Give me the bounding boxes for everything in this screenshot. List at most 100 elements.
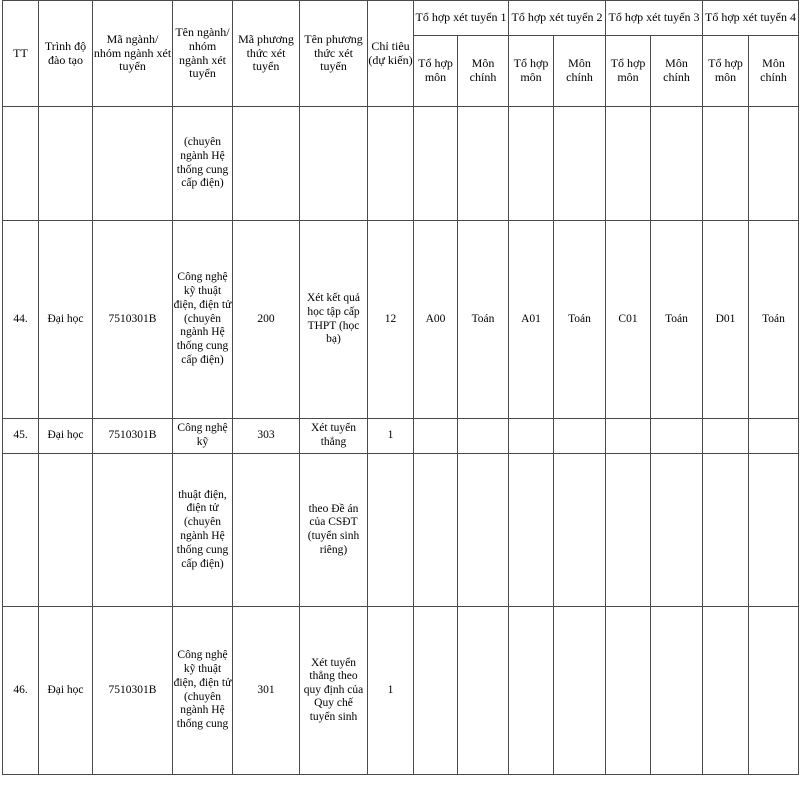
cell-major-code [92,106,173,221]
header-combination-1: Tổ hợp môn [413,35,458,107]
cell-main-subject-1 [457,453,509,607]
table-row: 46. Đại học 7510301B Công nghệ kỹ thuật … [2,606,799,775]
cell-method-code: 301 [232,606,300,775]
cell-main-subject-3: Toán [650,220,703,419]
header-major-name: Tên ngành/ nhóm ngành xét tuyển [172,0,233,107]
cell-combination-3 [605,606,651,775]
cell-method-code [232,453,300,607]
cell-training-level [38,106,93,221]
cell-combination-4 [702,418,749,454]
table-row: 44. Đại học 7510301B Công nghệ kỹ thuật … [2,220,799,419]
cell-main-subject-1 [457,606,509,775]
header-group-3: Tổ hợp xét tuyển 3 [605,0,703,36]
cell-combination-4 [702,453,749,607]
cell-main-subject-1 [457,418,509,454]
header-method-code: Mã phương thức xét tuyển [232,0,300,107]
cell-tt [2,453,39,607]
cell-training-level: Đại học [38,220,93,419]
cell-quota: 1 [367,418,414,454]
table-row: 45. Đại học 7510301B Công nghệ kỹ 303 Xé… [2,418,799,454]
table-body: (chuyên ngành Hệ thống cung cấp điện) 44… [2,106,799,775]
cell-method-name: Xét kết quả học tập cấp THPT (học bạ) [299,220,368,419]
admissions-table: TT Trình độ đào tạo Mã ngành/ nhóm ngành… [2,0,799,775]
cell-combination-2 [508,453,554,607]
table-header: TT Trình độ đào tạo Mã ngành/ nhóm ngành… [2,0,799,107]
cell-method-name [299,106,368,221]
cell-tt: 44. [2,220,39,419]
header-main-subject-1: Môn chính [457,35,509,107]
cell-main-subject-4: Toán [748,220,799,419]
cell-main-subject-4 [748,606,799,775]
header-quota: Chỉ tiêu (dự kiến) [367,0,414,107]
cell-tt: 45. [2,418,39,454]
header-combination-2: Tổ hợp môn [508,35,554,107]
header-group-2: Tổ hợp xét tuyển 2 [508,0,606,36]
cell-quota [367,453,414,607]
cell-major-name: thuật điện, điện tử (chuyên ngành Hệ thố… [172,453,233,607]
cell-main-subject-1 [457,106,509,221]
table-row: thuật điện, điện tử (chuyên ngành Hệ thố… [2,453,799,607]
header-group-row: TT Trình độ đào tạo Mã ngành/ nhóm ngành… [2,0,799,107]
cell-combination-3 [605,106,651,221]
table-row: (chuyên ngành Hệ thống cung cấp điện) [2,106,799,221]
header-main-subject-2: Môn chính [553,35,606,107]
cell-major-code: 7510301B [92,418,173,454]
header-main-subject-3: Môn chính [650,35,703,107]
cell-method-name: Xét tuyển thẳng theo quy định của Quy ch… [299,606,368,775]
header-training-level: Trình độ đào tạo [38,0,93,107]
cell-quota: 12 [367,220,414,419]
cell-combination-3: C01 [605,220,651,419]
cell-main-subject-3 [650,418,703,454]
header-combination-4: Tổ hợp môn [702,35,749,107]
header-combination-3: Tổ hợp môn [605,35,651,107]
cell-combination-4 [702,106,749,221]
header-main-subject-4: Môn chính [748,35,799,107]
cell-main-subject-2: Toán [553,220,606,419]
cell-main-subject-4 [748,106,799,221]
cell-major-code: 7510301B [92,220,173,419]
header-group-4: Tổ hợp xét tuyển 4 [702,0,799,36]
cell-main-subject-4 [748,453,799,607]
header-major-code: Mã ngành/ nhóm ngành xét tuyển [92,0,173,107]
cell-main-subject-2 [553,418,606,454]
cell-main-subject-1: Toán [457,220,509,419]
cell-method-code: 200 [232,220,300,419]
cell-combination-1 [413,106,458,221]
cell-combination-4 [702,606,749,775]
cell-main-subject-2 [553,106,606,221]
cell-major-name: Công nghệ kỹ [172,418,233,454]
cell-combination-1 [413,418,458,454]
cell-combination-3 [605,453,651,607]
cell-training-level: Đại học [38,418,93,454]
cell-major-code [92,453,173,607]
cell-combination-1: A00 [413,220,458,419]
cell-combination-1 [413,453,458,607]
header-group-1: Tổ hợp xét tuyển 1 [413,0,509,36]
cell-combination-1 [413,606,458,775]
header-method-name: Tên phương thức xét tuyển [299,0,368,107]
cell-tt: 46. [2,606,39,775]
cell-main-subject-3 [650,106,703,221]
cell-combination-2: A01 [508,220,554,419]
document-page: TT Trình độ đào tạo Mã ngành/ nhóm ngành… [0,0,800,794]
cell-combination-3 [605,418,651,454]
cell-training-level [38,453,93,607]
cell-method-name: theo Đề án của CSĐT (tuyển sinh riêng) [299,453,368,607]
cell-method-code: 303 [232,418,300,454]
cell-method-code [232,106,300,221]
cell-quota [367,106,414,221]
cell-combination-2 [508,606,554,775]
cell-main-subject-4 [748,418,799,454]
cell-main-subject-3 [650,606,703,775]
cell-training-level: Đại học [38,606,93,775]
cell-method-name: Xét tuyển thẳng [299,418,368,454]
cell-combination-2 [508,418,554,454]
header-tt: TT [2,0,39,107]
cell-main-subject-3 [650,453,703,607]
cell-major-name: (chuyên ngành Hệ thống cung cấp điện) [172,106,233,221]
cell-major-name: Công nghệ kỹ thuật điện, điện tử (chuyên… [172,606,233,775]
cell-combination-2 [508,106,554,221]
cell-main-subject-2 [553,606,606,775]
cell-quota: 1 [367,606,414,775]
cell-combination-4: D01 [702,220,749,419]
